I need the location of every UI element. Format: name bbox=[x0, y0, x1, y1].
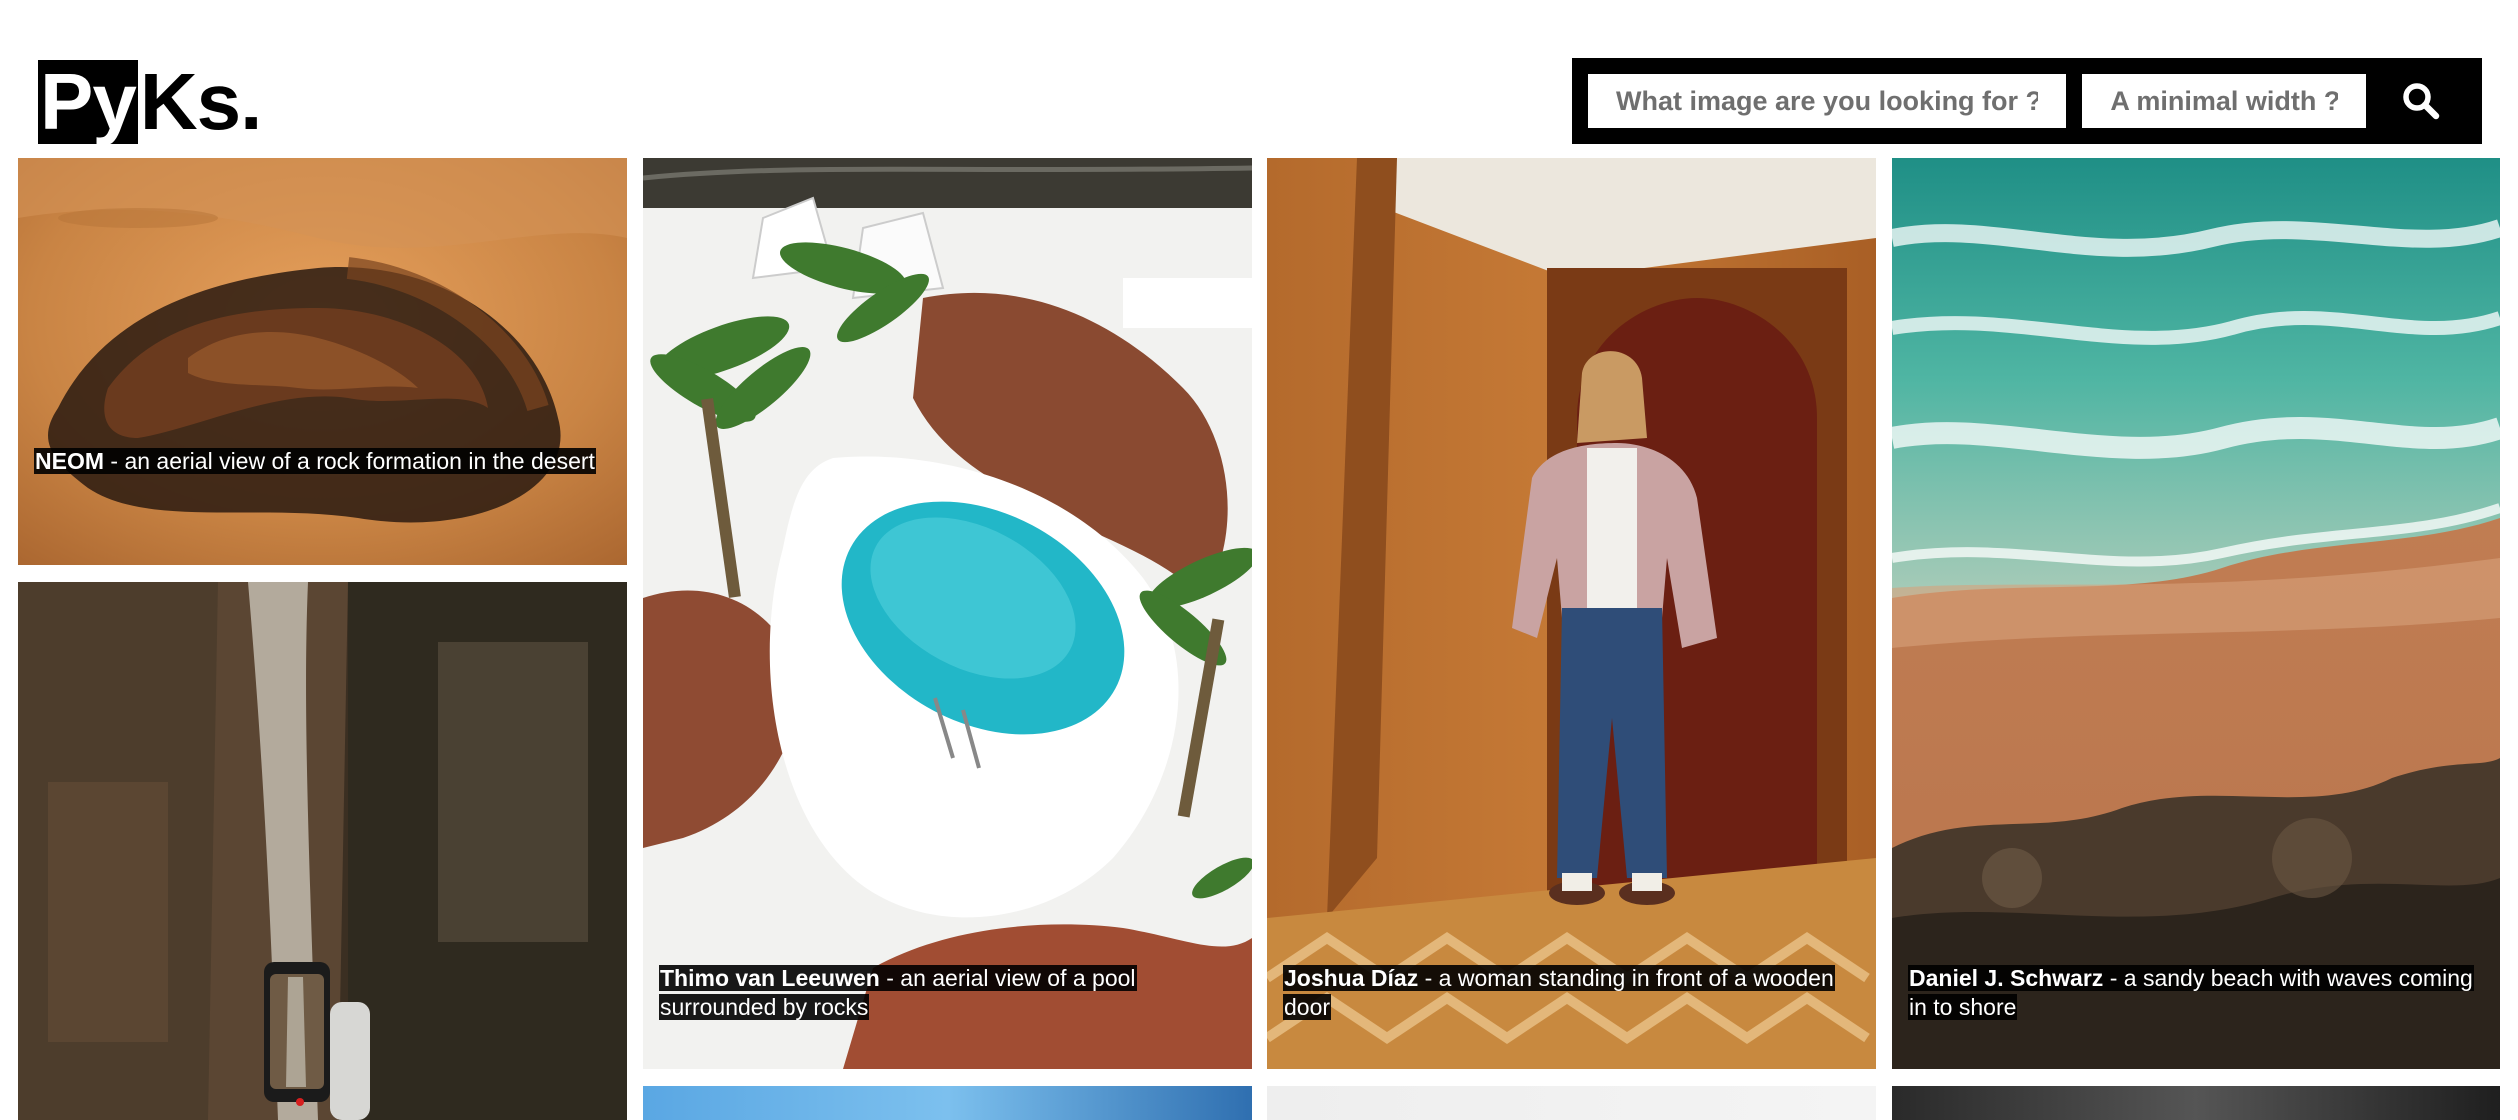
caption-separator: - bbox=[1418, 965, 1439, 991]
photo-author: NEOM bbox=[35, 448, 104, 474]
photo-card[interactable] bbox=[643, 1086, 1252, 1120]
caption-separator: - bbox=[879, 965, 901, 991]
photo-image bbox=[1267, 158, 1876, 1069]
photo-image bbox=[643, 158, 1252, 1069]
photo-card[interactable]: Joshua Díaz - a woman standing in front … bbox=[1267, 158, 1876, 1069]
photo-image bbox=[18, 158, 627, 565]
photo-image bbox=[1892, 158, 2500, 1069]
search-button[interactable] bbox=[2376, 58, 2466, 144]
min-width-input[interactable] bbox=[2082, 74, 2367, 128]
photo-description: an aerial view of a rock formation in th… bbox=[124, 448, 595, 474]
photo-card[interactable] bbox=[1267, 1086, 1876, 1120]
search-icon bbox=[2403, 83, 2440, 120]
site-logo[interactable]: Py Ks. bbox=[38, 57, 262, 146]
photo-author: Daniel J. Schwarz bbox=[1909, 965, 2104, 991]
logo-highlight: Py bbox=[38, 57, 138, 146]
caption-separator: - bbox=[104, 448, 125, 474]
photo-card[interactable]: Thimo van Leeuwen - an aerial view of a … bbox=[643, 158, 1252, 1069]
photo-image bbox=[18, 582, 627, 1120]
search-input[interactable] bbox=[1588, 74, 2067, 128]
photo-author: Thimo van Leeuwen bbox=[660, 965, 880, 991]
logo-rest: Ks. bbox=[139, 57, 262, 146]
photo-author: Joshua Díaz bbox=[1284, 965, 1419, 991]
caption-separator: - bbox=[2103, 965, 2124, 991]
photo-card[interactable] bbox=[1892, 1086, 2500, 1120]
photo-card[interactable] bbox=[18, 582, 627, 1120]
photo-caption: Joshua Díaz - a woman standing in front … bbox=[1283, 964, 1860, 1022]
photo-card[interactable]: Daniel J. Schwarz - a sandy beach with w… bbox=[1892, 158, 2500, 1069]
search-bar bbox=[1572, 58, 2482, 144]
photo-caption: Thimo van Leeuwen - an aerial view of a … bbox=[659, 964, 1236, 1022]
photo-caption: NEOM - an aerial view of a rock formatio… bbox=[34, 447, 611, 476]
photo-caption: Daniel J. Schwarz - a sandy beach with w… bbox=[1908, 964, 2484, 1022]
photo-card[interactable]: NEOM - an aerial view of a rock formatio… bbox=[18, 158, 627, 565]
